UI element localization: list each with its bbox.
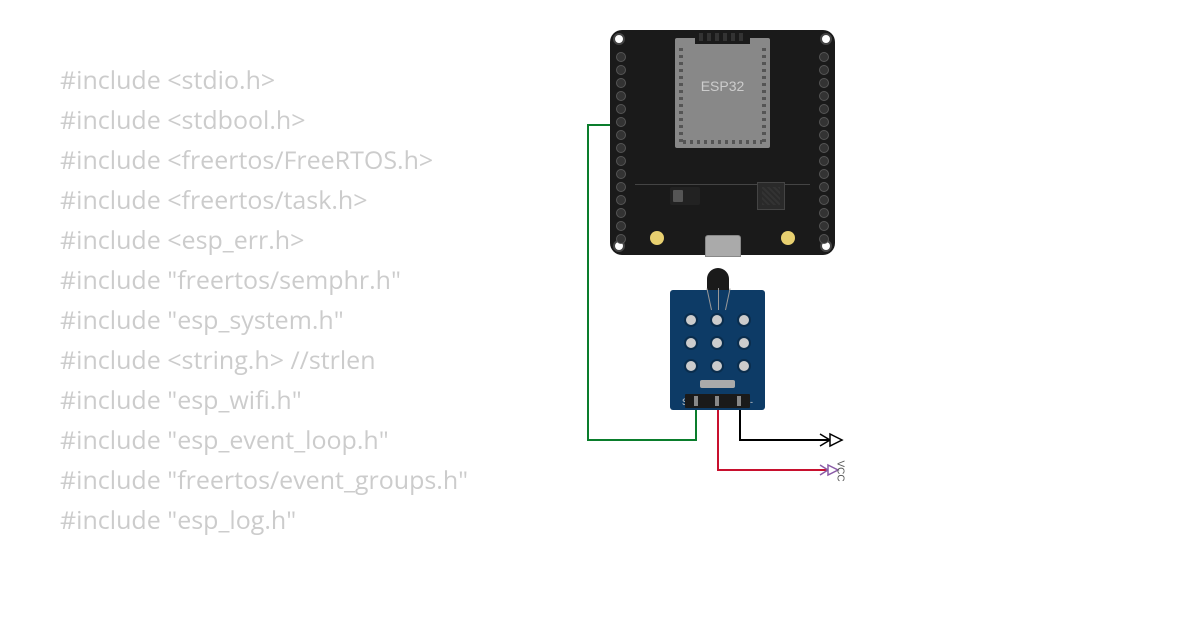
gnd-arrowhead-icon (830, 434, 842, 446)
code-block: #include <stdio.h> #include <stdbool.h> … (60, 60, 468, 540)
button-en-icon (781, 231, 795, 245)
via-hole-icon (710, 313, 724, 327)
pin-icon[interactable] (819, 156, 829, 166)
code-line: #include <esp_err.h> (60, 220, 468, 260)
pin-icon[interactable] (616, 78, 626, 88)
sensor-via-holes (680, 310, 755, 375)
sensor-pin-label-ground: - (750, 397, 753, 407)
pin-icon[interactable] (616, 169, 626, 179)
pin-header-left (616, 52, 626, 244)
pin-icon[interactable] (819, 221, 829, 231)
mount-hole-icon (613, 33, 625, 45)
esp32-wroom-module: ESP32 (675, 38, 770, 148)
pin-icon[interactable] (819, 143, 829, 153)
via-hole-icon (710, 336, 724, 350)
pin-icon[interactable] (819, 91, 829, 101)
code-line: #include "esp_log.h" (60, 500, 468, 540)
pin-icon[interactable] (819, 130, 829, 140)
code-line: #include <stdbool.h> (60, 100, 468, 140)
code-line: #include <freertos/FreeRTOS.h> (60, 140, 468, 180)
esp32-chip-label: ESP32 (675, 78, 770, 94)
antenna-icon (695, 30, 750, 44)
pin-icon[interactable] (616, 130, 626, 140)
vcc-label: VCC (835, 461, 846, 482)
module-pins-icon (762, 48, 766, 143)
via-hole-icon (684, 359, 698, 373)
pin-icon[interactable] (616, 156, 626, 166)
pin-icon[interactable] (819, 182, 829, 192)
pin-icon[interactable] (616, 65, 626, 75)
thermistor-sensor-module[interactable]: S - (670, 290, 765, 410)
via-hole-icon (737, 336, 751, 350)
pin-icon[interactable] (819, 234, 829, 244)
code-line: #include "esp_system.h" (60, 300, 468, 340)
pin-icon[interactable] (819, 117, 829, 127)
code-line: #include <stdio.h> (60, 60, 468, 100)
sensor-pin-header (685, 394, 750, 408)
thermistor-bead-icon (707, 268, 729, 290)
code-line: #include "freertos/semphr.h" (60, 260, 468, 300)
pin-icon[interactable] (616, 91, 626, 101)
code-line: #include "esp_event_loop.h" (60, 420, 468, 460)
sensor-leads-icon (703, 288, 733, 308)
pin-icon[interactable] (819, 195, 829, 205)
via-hole-icon (710, 359, 724, 373)
mount-hole-icon (820, 33, 832, 45)
pin-icon[interactable] (819, 169, 829, 179)
pin-icon[interactable] (616, 182, 626, 192)
code-line: #include "esp_wifi.h" (60, 380, 468, 420)
module-pins-icon (679, 48, 683, 143)
gnd-arrow-icon (820, 434, 840, 446)
code-line: #include <freertos/task.h> (60, 180, 468, 220)
pin-icon[interactable] (819, 208, 829, 218)
pin-icon[interactable] (616, 221, 626, 231)
chip-icon (757, 182, 785, 210)
switch-icon (670, 187, 700, 205)
wire-red (718, 410, 828, 470)
pin-icon[interactable] (819, 78, 829, 88)
pin-header-right (819, 52, 829, 244)
pin-icon[interactable] (616, 195, 626, 205)
pin-icon[interactable] (616, 208, 626, 218)
pin-icon[interactable] (819, 104, 829, 114)
esp32-board[interactable]: ESP32 (610, 30, 835, 255)
circuit-diagram: ESP32 (530, 30, 950, 530)
via-hole-icon (737, 359, 751, 373)
via-hole-icon (737, 313, 751, 327)
pin-icon[interactable] (616, 104, 626, 114)
usb-port-icon (705, 235, 741, 257)
pin-icon[interactable] (616, 234, 626, 244)
resistor-icon (700, 380, 735, 388)
code-line: #include <string.h> //strlen (60, 340, 468, 380)
sensor-pin-icon[interactable] (694, 396, 698, 406)
pin-icon[interactable] (819, 65, 829, 75)
pin-icon[interactable] (819, 52, 829, 62)
wire-black (740, 410, 830, 440)
via-hole-icon (684, 313, 698, 327)
pin-icon[interactable] (616, 117, 626, 127)
module-pins-icon (683, 140, 762, 144)
sensor-pin-icon[interactable] (737, 396, 741, 406)
vcc-arrow-icon (820, 465, 828, 475)
pin-icon[interactable] (616, 143, 626, 153)
sensor-pin-icon[interactable] (715, 396, 719, 406)
button-boot-icon (650, 231, 664, 245)
code-line: #include "freertos/event_groups.h" (60, 460, 468, 500)
via-hole-icon (684, 336, 698, 350)
pin-icon[interactable] (616, 52, 626, 62)
